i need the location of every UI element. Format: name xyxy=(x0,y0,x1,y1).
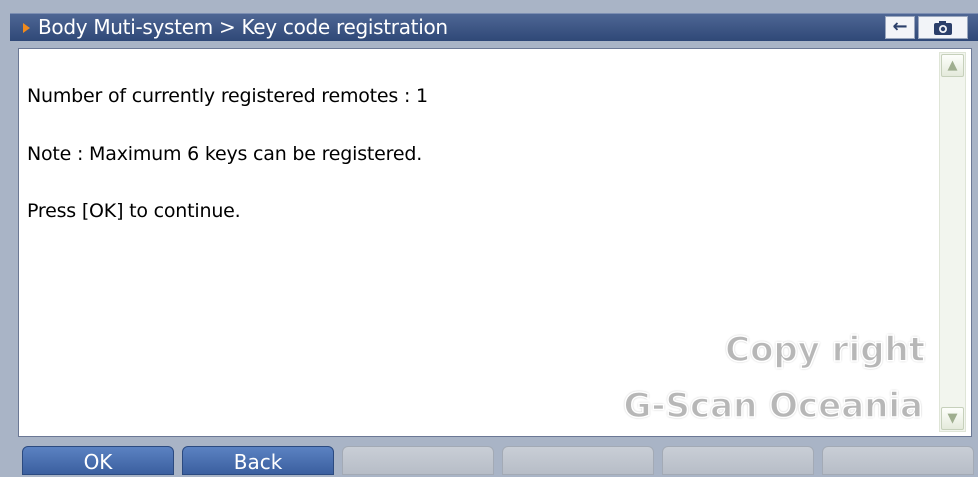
ok-button[interactable]: OK xyxy=(22,446,174,475)
watermark-company: G-Scan Oceania xyxy=(623,385,924,427)
message-panel: Number of currently registered remotes :… xyxy=(18,48,972,437)
arrow-left-icon: ← xyxy=(892,16,908,37)
scroll-up-button[interactable]: ▲ xyxy=(941,54,964,77)
camera-button[interactable] xyxy=(918,16,968,39)
function-button-6 xyxy=(822,446,974,475)
registered-remotes-text: Number of currently registered remotes :… xyxy=(27,85,428,107)
function-button-5 xyxy=(662,446,814,475)
vertical-scrollbar[interactable]: ▲ ▼ xyxy=(939,52,966,432)
page-title: Body Muti-system > Key code registration xyxy=(38,15,448,39)
continue-instruction: Press [OK] to continue. xyxy=(27,200,241,222)
title-arrow-icon xyxy=(23,23,30,33)
max-keys-note: Note : Maximum 6 keys can be registered. xyxy=(27,143,423,165)
chevron-down-icon: ▼ xyxy=(947,411,958,426)
function-button-bar: OK Back xyxy=(18,446,978,475)
scroll-down-button[interactable]: ▼ xyxy=(941,407,964,430)
back-arrow-button[interactable]: ← xyxy=(885,16,915,39)
function-button-3 xyxy=(342,446,494,475)
chevron-up-icon: ▲ xyxy=(947,58,958,73)
function-button-4 xyxy=(502,446,654,475)
camera-icon xyxy=(934,21,952,35)
back-button[interactable]: Back xyxy=(182,446,334,475)
watermark-copyright: Copy right xyxy=(724,329,925,371)
title-bar: Body Muti-system > Key code registration… xyxy=(10,13,978,41)
